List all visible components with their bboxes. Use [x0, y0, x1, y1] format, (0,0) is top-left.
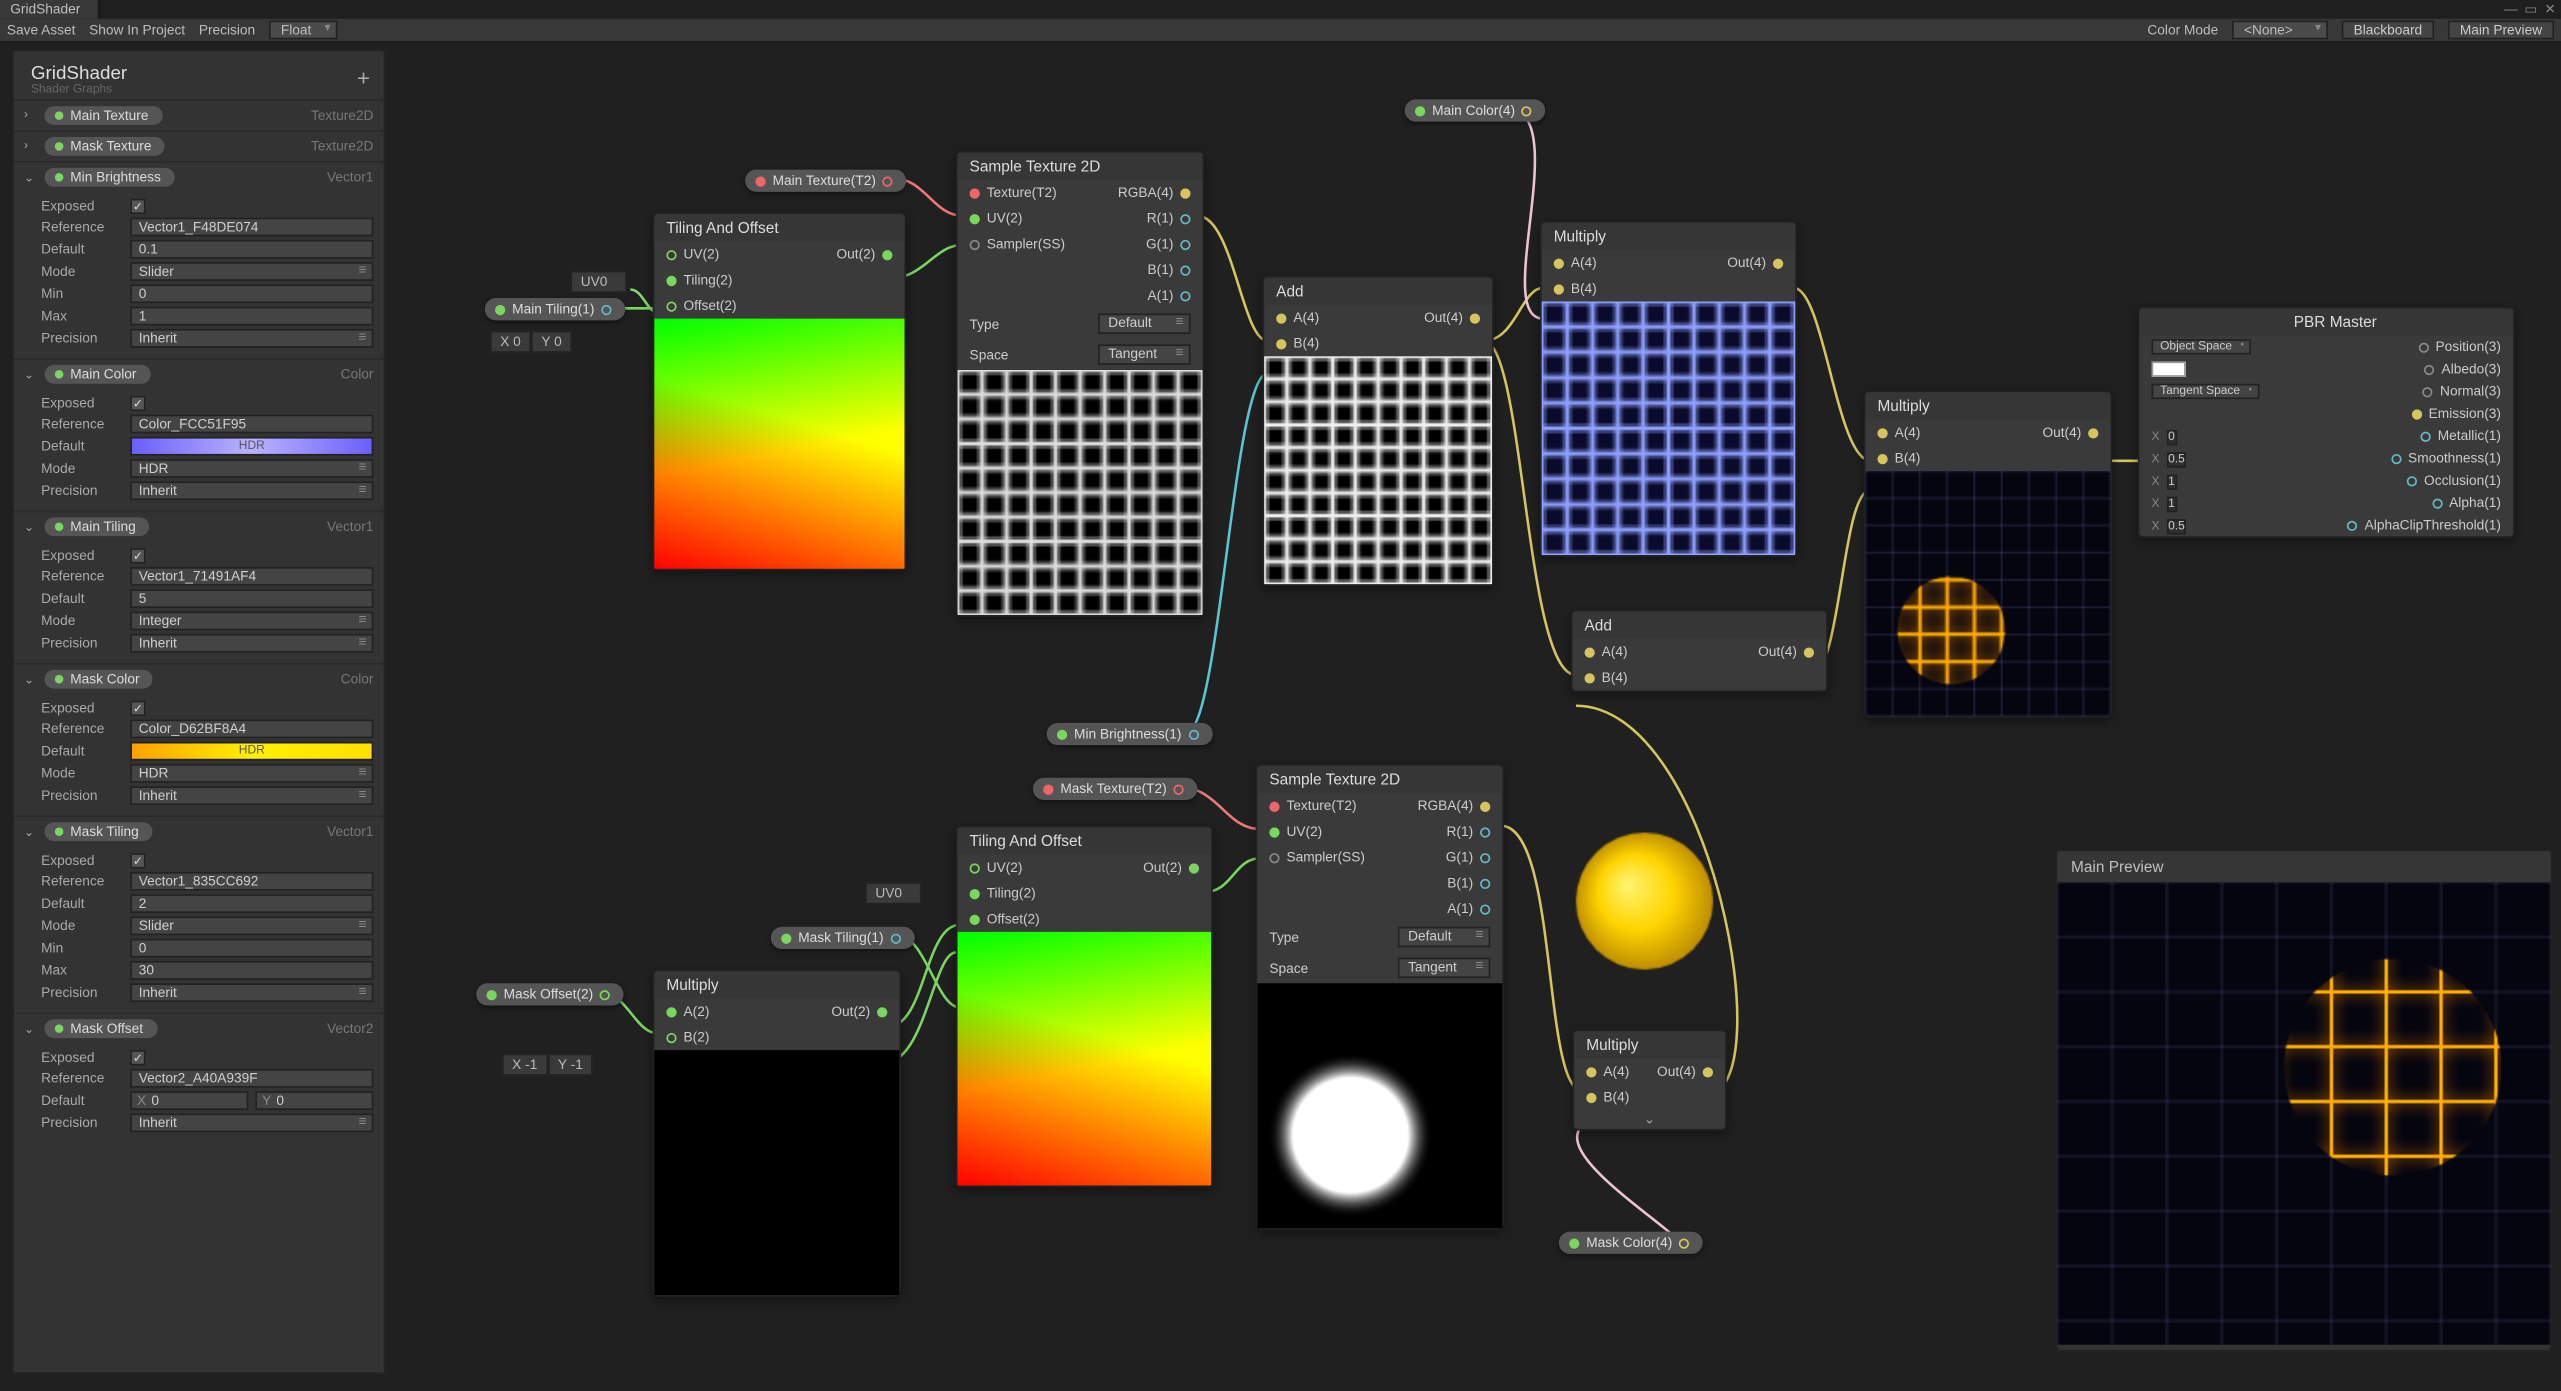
pill-mask-tiling[interactable]: Mask Tiling(1): [771, 927, 915, 949]
field[interactable]: 0.1: [130, 240, 373, 259]
node-title: Tiling And Offset: [654, 214, 904, 241]
preview-gradient-2: [958, 932, 1212, 1186]
toolbar: Save Asset Show In Project Precision Flo…: [0, 19, 2561, 43]
precision-dropdown[interactable]: Float: [269, 21, 338, 40]
node-pbr-master[interactable]: PBR Master Object SpacePosition(3) Albed…: [2138, 307, 2515, 538]
field[interactable]: Inherit: [130, 1113, 373, 1132]
field[interactable]: Vector1_F48DE074: [130, 218, 373, 237]
type-dropdown[interactable]: Default: [1098, 313, 1191, 334]
node-multiply-4[interactable]: Multiply A(2)Out(2) B(2): [653, 970, 901, 1297]
node-tiling-offset-2[interactable]: Tiling And Offset UV(2)Out(2) Tiling(2) …: [956, 826, 1213, 1187]
node-multiply-1[interactable]: Multiply A(4)Out(4) B(4): [1540, 221, 1797, 557]
pill-min-brightness[interactable]: Min Brightness(1): [1047, 723, 1213, 745]
checkbox[interactable]: ✓: [130, 701, 145, 716]
field[interactable]: Vector1_71491AF4: [130, 567, 373, 586]
field[interactable]: Integer: [130, 612, 373, 631]
checkbox[interactable]: ✓: [130, 396, 145, 411]
color-mode-dropdown[interactable]: <None>: [2232, 21, 2328, 40]
prop-mask-color[interactable]: ⌄Mask ColorColor: [14, 665, 384, 694]
field[interactable]: 2: [130, 894, 373, 913]
main-preview-window[interactable]: Main Preview: [2056, 850, 2553, 1352]
main-preview-canvas[interactable]: [2057, 882, 2550, 1345]
uv-dropdown-2[interactable]: UV0: [865, 882, 921, 904]
node-sample-texture-1[interactable]: Sample Texture 2D Texture(T2)RGBA(4) UV(…: [956, 151, 1204, 617]
prop-main-color[interactable]: ⌄Main ColorColor: [14, 360, 384, 389]
field[interactable]: 0: [130, 284, 373, 303]
color-mode-label: Color Mode: [2147, 22, 2218, 37]
blackboard-panel[interactable]: GridShader Shader Graphs + ›Main Texture…: [12, 50, 385, 1374]
field[interactable]: Inherit: [130, 983, 373, 1002]
blackboard-title: GridShader: [31, 63, 367, 84]
field[interactable]: Inherit: [130, 481, 373, 500]
checkbox[interactable]: ✓: [130, 548, 145, 563]
field[interactable]: Color_FCC51F95: [130, 415, 373, 434]
field[interactable]: Vector2_A40A939F: [130, 1069, 373, 1088]
node-add-2[interactable]: Add A(4)Out(4) B(4): [1571, 610, 1828, 692]
checkbox[interactable]: ✓: [130, 853, 145, 868]
field[interactable]: HDR: [130, 764, 373, 783]
preview-gradient-1: [654, 319, 904, 569]
offset-vec-1[interactable]: X 0Y 0: [490, 331, 572, 353]
color-swatch[interactable]: HDR: [130, 437, 373, 456]
field[interactable]: HDR: [130, 459, 373, 478]
field[interactable]: 0: [130, 939, 373, 958]
field[interactable]: Slider: [130, 262, 373, 281]
pill-mask-offset[interactable]: Mask Offset(2): [476, 983, 624, 1005]
pill-mask-color[interactable]: Mask Color(4): [1559, 1232, 1703, 1254]
uv-dropdown-1[interactable]: UV0: [570, 271, 626, 293]
collapse-icon[interactable]: ⌄: [1574, 1110, 1725, 1129]
pill-mask-texture[interactable]: Mask Texture(T2): [1033, 778, 1198, 800]
show-in-project-button[interactable]: Show In Project: [89, 22, 185, 37]
prop-min-brightness[interactable]: ⌄Min BrightnessVector1: [14, 163, 384, 192]
blackboard-subtitle: Shader Graphs: [31, 84, 367, 96]
field[interactable]: 5: [130, 589, 373, 608]
pill-main-texture[interactable]: Main Texture(T2): [745, 170, 907, 192]
color-swatch[interactable]: HDR: [130, 742, 373, 761]
add-property-button[interactable]: +: [357, 65, 370, 91]
pill-main-tiling[interactable]: Main Tiling(1): [485, 298, 625, 320]
field[interactable]: 30: [130, 961, 373, 980]
checkbox[interactable]: ✓: [130, 1050, 145, 1065]
window-buttons[interactable]: —▭✕: [2497, 1, 2556, 16]
preview-sphere-yellow: [1559, 815, 1730, 986]
prop-main-tiling[interactable]: ⌄Main TilingVector1: [14, 512, 384, 541]
prop-main-texture[interactable]: ›Main TextureTexture2D: [14, 101, 384, 130]
field[interactable]: 1: [130, 307, 373, 326]
main-preview-toggle[interactable]: Main Preview: [2448, 21, 2554, 40]
field[interactable]: Inherit: [130, 329, 373, 348]
field[interactable]: Slider: [130, 916, 373, 935]
titlebar: —▭✕: [0, 0, 2561, 17]
node-add-1[interactable]: Add A(4)Out(4) B(4): [1262, 276, 1493, 586]
field[interactable]: Inherit: [130, 786, 373, 805]
preview-grid-3: [1542, 301, 1796, 555]
prop-mask-tiling[interactable]: ⌄Mask TilingVector1: [14, 817, 384, 846]
checkbox[interactable]: ✓: [130, 199, 145, 214]
field[interactable]: Inherit: [130, 634, 373, 653]
tab-gridshader[interactable]: GridShader: [0, 0, 101, 19]
preview-final: [1865, 471, 2110, 716]
prop-mask-texture[interactable]: ›Mask TextureTexture2D: [14, 132, 384, 161]
node-sample-texture-2[interactable]: Sample Texture 2D Texture(T2)RGBA(4) UV(…: [1256, 764, 1504, 1230]
save-asset-button[interactable]: Save Asset: [7, 22, 76, 37]
preview-circle: [1257, 983, 1502, 1228]
preview-black: [654, 1050, 899, 1295]
albedo-swatch[interactable]: [2152, 361, 2186, 376]
prop-mask-offset[interactable]: ⌄Mask OffsetVector2: [14, 1014, 384, 1043]
node-multiply-2[interactable]: Multiply A(4)Out(4) B(4): [1864, 391, 2112, 718]
field[interactable]: Vector1_835CC692: [130, 872, 373, 891]
precision-label: Precision: [199, 22, 255, 37]
node-multiply-3[interactable]: Multiply A(4)Out(4) B(4) ⌄: [1573, 1030, 1727, 1131]
preview-grid-1: [958, 370, 1203, 615]
space-dropdown[interactable]: Tangent: [1098, 344, 1191, 365]
node-tiling-offset-1[interactable]: Tiling And Offset UV(2)Out(2) Tiling(2) …: [653, 212, 907, 570]
pill-main-color[interactable]: Main Color(4): [1405, 99, 1546, 121]
field[interactable]: Color_D62BF8A4: [130, 719, 373, 738]
multiply-vec[interactable]: X -1Y -1: [502, 1053, 593, 1075]
preview-grid-2: [1264, 356, 1492, 584]
blackboard-toggle[interactable]: Blackboard: [2342, 21, 2435, 40]
